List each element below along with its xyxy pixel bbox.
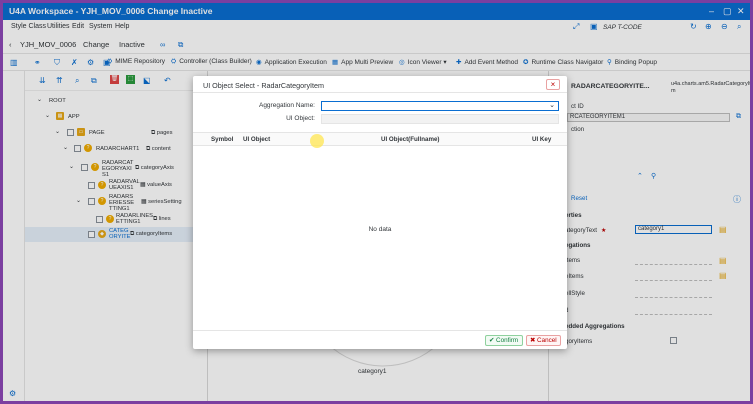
chevron-down-icon: ⌄ bbox=[549, 102, 555, 109]
dialog-footer: ✔ Confirm ✖ Cancel bbox=[193, 330, 567, 349]
column-ui-key[interactable]: UI Key bbox=[532, 136, 551, 143]
mouse-cursor-highlight bbox=[310, 134, 324, 148]
dialog-title: UI Object Select - RadarCategoryItem bbox=[203, 81, 325, 90]
dialog-close-button[interactable]: × bbox=[546, 79, 560, 90]
cancel-button[interactable]: ✖ Cancel bbox=[526, 335, 561, 346]
app-window: U4A Workspace - YJH_MOV_0006 Change Inac… bbox=[3, 3, 750, 401]
confirm-button[interactable]: ✔ Confirm bbox=[485, 335, 523, 346]
ui-object-select-dialog: UI Object Select - RadarCategoryItem × A… bbox=[193, 76, 567, 349]
column-ui-object-fullname[interactable]: UI Object(Fullname) bbox=[381, 136, 439, 143]
check-icon: ✔ bbox=[489, 337, 497, 344]
cancel-icon: ✖ bbox=[530, 337, 538, 344]
aggregation-name-label: Aggregation Name: bbox=[258, 102, 315, 109]
table-header: Symbol UI Object UI Object(Fullname) UI … bbox=[193, 132, 567, 146]
column-ui-object[interactable]: UI Object bbox=[243, 136, 270, 143]
ui-object-label: UI Object: bbox=[286, 115, 315, 122]
close-icon: × bbox=[550, 80, 556, 89]
ui-object-field bbox=[321, 114, 559, 124]
no-data-text: No data bbox=[368, 226, 392, 233]
aggregation-name-select[interactable]: ⌄ bbox=[321, 101, 559, 111]
dialog-header: UI Object Select - RadarCategoryItem × bbox=[193, 76, 567, 93]
column-symbol[interactable]: Symbol bbox=[211, 136, 233, 143]
